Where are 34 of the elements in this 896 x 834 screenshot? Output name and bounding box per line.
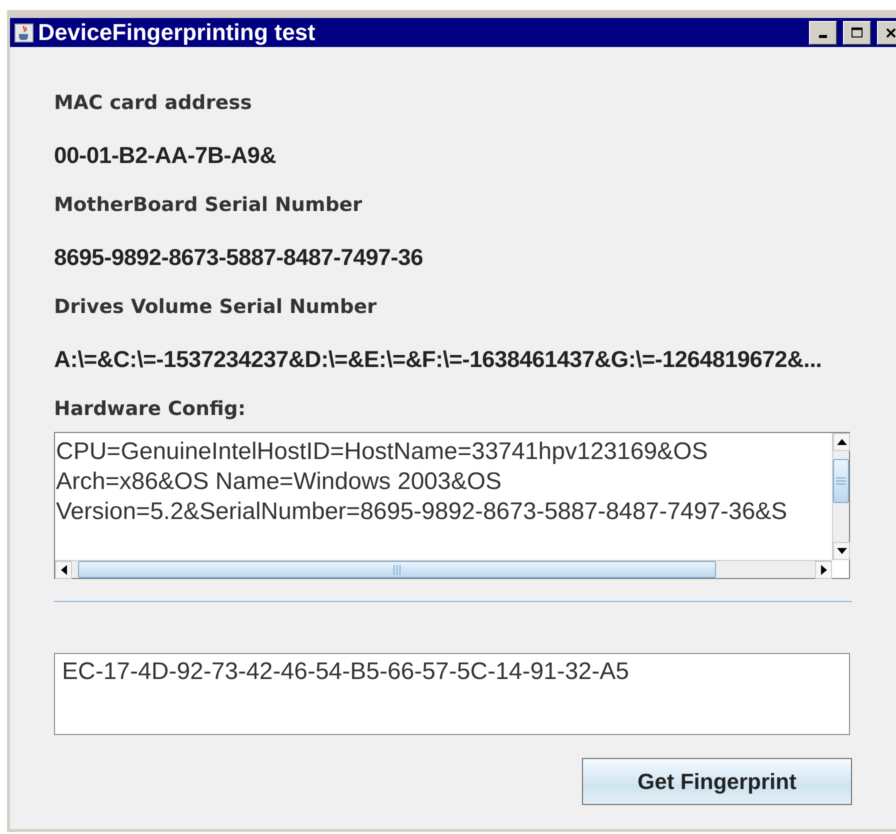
window-title: DeviceFingerprinting test bbox=[38, 19, 316, 46]
minimize-button[interactable] bbox=[809, 20, 837, 44]
horizontal-scrollbar[interactable] bbox=[55, 560, 832, 578]
vertical-scrollbar[interactable] bbox=[832, 433, 849, 560]
text-line: CPU=GenuineIntelHostID=HostName=33741hpv123169&OS bbox=[56, 437, 709, 467]
scroll-down-button[interactable] bbox=[833, 542, 850, 560]
maximize-icon bbox=[851, 27, 863, 38]
field-value: 00-01-B2-AA-7B-A9& bbox=[54, 142, 278, 168]
maximize-button[interactable] bbox=[843, 20, 871, 44]
text-line: Arch=x86&OS Name=Windows 2003&OS bbox=[56, 467, 503, 497]
fingerprint-field[interactable]: EC-17-4D-92-73-42-46-54-B5-66-57-5C-14-91-32-A5 bbox=[54, 653, 850, 735]
field-label: Drives Volume Serial Number bbox=[54, 295, 378, 320]
field-label: MotherBoard Serial Number bbox=[54, 193, 364, 218]
scroll-left-button[interactable] bbox=[55, 561, 72, 579]
grip-icon bbox=[836, 476, 846, 486]
right-arrow-icon bbox=[820, 565, 826, 575]
field-value: 8695-9892-8673-5887-8487-7497-36 bbox=[54, 244, 424, 270]
left-arrow-icon bbox=[60, 565, 66, 575]
field-value: A:\=&C:\=-1537234237&D:\=&E:\=&F:\=-1638461437&G:\=-1264819672&... bbox=[54, 346, 823, 372]
close-icon bbox=[886, 28, 896, 38]
minimize-icon bbox=[819, 34, 827, 38]
get-fingerprint-button[interactable]: Get Fingerprint bbox=[582, 758, 852, 805]
text-line: Version=5.2&SerialNumber=8695-9892-8673-5887-8487-7497-36&S bbox=[56, 497, 788, 527]
scroll-up-button[interactable] bbox=[833, 433, 850, 451]
coffee-cup-icon bbox=[14, 22, 34, 42]
scroll-right-button[interactable] bbox=[815, 561, 832, 579]
scroll-thumb[interactable] bbox=[833, 459, 849, 503]
field-label: MAC card address bbox=[54, 91, 253, 116]
field-label: Hardware Config: bbox=[54, 397, 247, 422]
grip-icon bbox=[392, 564, 402, 574]
text-area[interactable]: CPU=GenuineIntelHostID=HostName=33741hpv123169&OS Arch=x86&OS Name=Windows 2003&OS Version=5.2&SerialNumber=8695-9892-8673-5887-8487-7497-36&S bbox=[54, 432, 850, 579]
up-arrow-icon bbox=[836, 439, 846, 445]
down-arrow-icon bbox=[836, 548, 846, 554]
scroll-thumb[interactable] bbox=[78, 561, 716, 578]
